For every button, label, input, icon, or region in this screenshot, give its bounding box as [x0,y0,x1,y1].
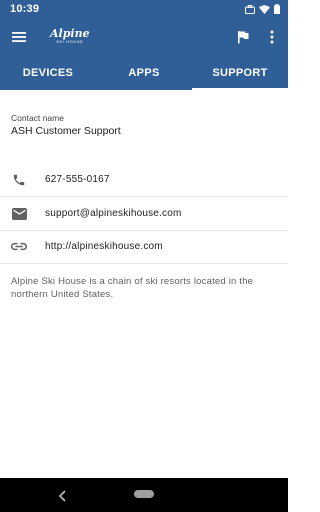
email-icon [11,206,27,222]
tab-support[interactable]: SUPPORT [192,56,288,90]
home-pill[interactable] [134,490,154,498]
divider [0,263,288,264]
back-icon[interactable] [58,489,68,502]
status-icons [245,4,280,14]
phone-icon [11,172,27,188]
logo-main: Alpine [50,27,90,40]
website-url: http://alpineskihouse.com [45,241,163,252]
system-nav-bar [0,478,288,512]
briefcase-icon [245,4,255,14]
menu-icon[interactable] [11,29,27,45]
app-logo: Alpine SKI HOUSE [50,28,90,44]
wifi-icon [259,4,270,14]
app-bar: Alpine SKI HOUSE [0,18,288,56]
tab-apps[interactable]: APPS [96,56,192,90]
flag-icon[interactable] [236,30,250,44]
phone-row[interactable]: 627-555-0167 [0,163,288,196]
status-bar: 10:39 [0,0,288,18]
email-row[interactable]: support@alpineskihouse.com [0,197,288,230]
phone-number: 627-555-0167 [45,174,110,185]
tab-bar: DEVICES APPS SUPPORT [0,56,288,90]
link-icon [11,239,27,255]
contact-name-value: ASH Customer Support [11,125,121,137]
more-options-icon[interactable] [268,29,276,45]
battery-icon [274,4,280,14]
website-row[interactable]: http://alpineskihouse.com [0,230,288,263]
email-address: support@alpineskihouse.com [45,208,182,219]
tab-devices[interactable]: DEVICES [0,56,96,90]
contact-name-label: Contact name [11,113,64,123]
status-time: 10:39 [10,3,40,15]
company-description: Alpine Ski House is a chain of ski resor… [11,276,254,300]
